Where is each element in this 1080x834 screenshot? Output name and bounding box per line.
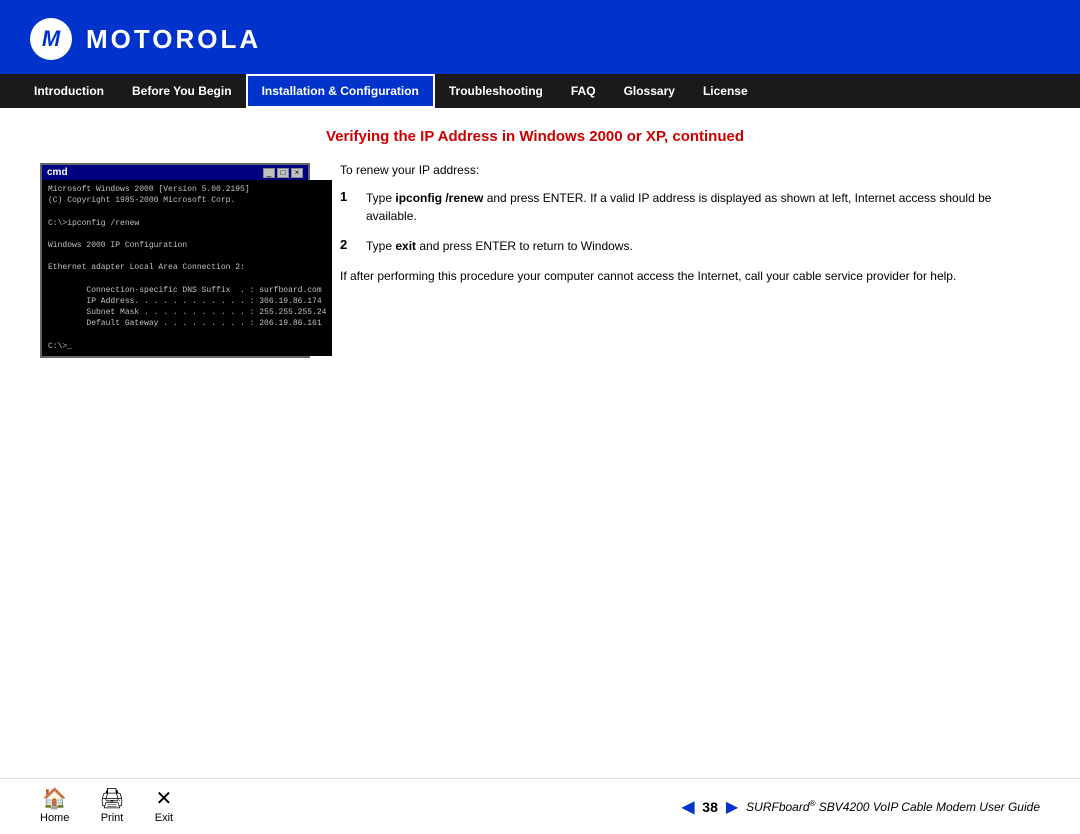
nav-troubleshooting[interactable]: Troubleshooting	[435, 74, 557, 108]
nav-installation-configuration[interactable]: Installation & Configuration	[246, 74, 435, 108]
content-area: Verifying the IP Address in Windows 2000…	[0, 108, 1080, 378]
nav-glossary[interactable]: Glossary	[610, 74, 689, 108]
brand-name: MOTOROLA	[86, 24, 261, 55]
back-arrow-icon: ◀	[682, 797, 694, 817]
footer-print-label: Print	[101, 812, 124, 824]
footer-right: ◀ 38 ▶ SURFboard® SBV4200 VoIP Cable Mod…	[682, 797, 1040, 817]
footer-home[interactable]: 🏠 Home	[40, 789, 69, 824]
footer-print[interactable]: 🖨 Print	[99, 789, 124, 824]
step-1-number: 1	[340, 189, 356, 204]
forward-arrow-icon: ▶	[726, 797, 738, 817]
cmd-minimize-button[interactable]: _	[263, 168, 275, 178]
nav-license[interactable]: License	[689, 74, 762, 108]
page-number: 38	[702, 799, 718, 815]
home-icon: 🏠	[42, 789, 67, 809]
footer-home-label: Home	[40, 812, 69, 824]
nav-introduction[interactable]: Introduction	[20, 74, 118, 108]
cmd-body-text: Microsoft Windows 2000 [Version 5.00.219…	[42, 180, 332, 356]
step-1-text: Type ipconfig /renew and press ENTER. If…	[366, 189, 1030, 225]
nav-before-you-begin[interactable]: Before You Begin	[118, 74, 246, 108]
content-row: cmd _ □ × Microsoft Windows 2000 [Versio…	[40, 163, 1030, 358]
cmd-titlebar-buttons: _ □ ×	[263, 168, 303, 178]
nav-bar: Introduction Before You Begin Installati…	[0, 74, 1080, 108]
cmd-close-button[interactable]: ×	[291, 168, 303, 178]
cmd-screenshot: cmd _ □ × Microsoft Windows 2000 [Versio…	[40, 163, 310, 358]
nav-faq[interactable]: FAQ	[557, 74, 610, 108]
renew-label: To renew your IP address:	[340, 163, 1030, 177]
step-2-number: 2	[340, 237, 356, 252]
page-title: Verifying the IP Address in Windows 2000…	[40, 128, 1030, 145]
logo-m-symbol: M	[42, 26, 60, 52]
footer: 🏠 Home 🖨 Print ✕ Exit ◀ 38 ▶ SURFboard® …	[0, 778, 1080, 834]
footer-exit-label: Exit	[155, 812, 173, 824]
cmd-titlebar: cmd _ □ ×	[42, 165, 308, 180]
footer-nav: 🏠 Home 🖨 Print ✕ Exit	[40, 789, 173, 824]
cmd-title-label: cmd	[47, 167, 68, 178]
guide-title: SURFboard® SBV4200 VoIP Cable Modem User…	[746, 799, 1040, 814]
print-icon: 🖨	[99, 789, 124, 809]
text-content: To renew your IP address: 1 Type ipconfi…	[340, 163, 1030, 285]
step-1: 1 Type ipconfig /renew and press ENTER. …	[340, 189, 1030, 225]
footer-exit[interactable]: ✕ Exit	[155, 789, 173, 824]
exit-icon: ✕	[156, 789, 173, 809]
header-bar: M MOTOROLA	[0, 0, 1080, 74]
step-2-text: Type exit and press ENTER to return to W…	[366, 237, 633, 255]
step-2: 2 Type exit and press ENTER to return to…	[340, 237, 1030, 255]
cmd-body-wrapper: Microsoft Windows 2000 [Version 5.00.219…	[42, 180, 308, 356]
cmd-maximize-button[interactable]: □	[277, 168, 289, 178]
motorola-logo-circle: M	[30, 18, 72, 60]
note-text: If after performing this procedure your …	[340, 267, 1030, 285]
